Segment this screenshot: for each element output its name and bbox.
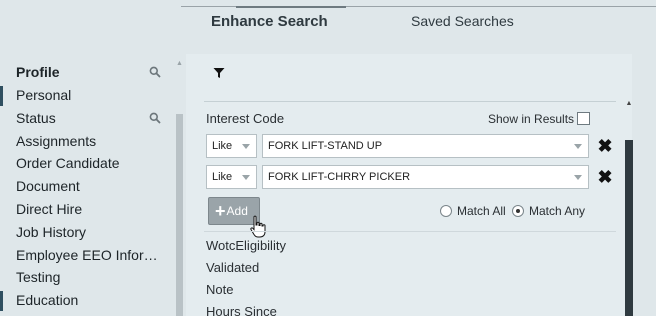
scroll-up-icon[interactable]: ▲ (175, 60, 184, 72)
hand-pointer-icon (250, 215, 266, 238)
match-all-radio[interactable] (440, 205, 452, 217)
field-list-item[interactable]: WotcEligibility (206, 238, 286, 253)
criteria-field-label: Interest Code (206, 111, 285, 126)
sidebar-item-personal[interactable]: Personal (16, 84, 71, 106)
field-list-item[interactable]: Note (206, 282, 233, 297)
sidebar-item-testing[interactable]: Testing (16, 266, 60, 288)
sidebar-scrollbar[interactable]: ▲ (175, 60, 184, 316)
match-any-label: Match Any (529, 204, 586, 218)
match-any-radio[interactable] (512, 205, 524, 217)
operator-select[interactable]: Like (206, 165, 257, 189)
sidebar-item-direct-hire[interactable]: Direct Hire (16, 198, 82, 220)
close-icon[interactable]: ✖ (597, 168, 613, 186)
add-button-label: Add (226, 204, 248, 218)
operator-value: Like (212, 171, 233, 183)
sidebar-item-order-candidate[interactable]: Order Candidate (16, 152, 120, 174)
sidebar-item-job-history[interactable]: Job History (16, 221, 86, 243)
operator-select[interactable]: Like (206, 134, 257, 158)
sidebar-item-document[interactable]: Document (16, 175, 80, 197)
operator-value: Like (212, 140, 233, 152)
main-scroll-thumb[interactable] (625, 140, 633, 316)
chevron-down-icon (242, 144, 250, 149)
sidebar-marker (0, 291, 3, 311)
plus-icon: + (215, 201, 226, 221)
show-in-results-checkbox[interactable] (577, 112, 590, 125)
interest-code-value: FORK LIFT-STAND UP (268, 140, 383, 152)
match-all-label: Match All (457, 204, 506, 218)
scroll-up-icon[interactable]: ▲ (624, 100, 634, 112)
interest-code-value: FORK LIFT-CHRRY PICKER (268, 171, 411, 183)
search-icon[interactable] (149, 66, 161, 78)
interest-code-select[interactable]: FORK LIFT-STAND UP (262, 134, 589, 158)
main-scrollbar[interactable]: ▲ (624, 100, 634, 316)
divider (204, 231, 616, 232)
sidebar-item-assignments[interactable]: Assignments (16, 130, 96, 152)
sidebar-item-employee-eeo[interactable]: Employee EEO Infor… (16, 244, 158, 266)
show-in-results-label: Show in Results (488, 112, 575, 126)
sidebar-item-education[interactable]: Education (16, 289, 78, 311)
field-list-item[interactable]: Validated (206, 260, 259, 275)
close-icon[interactable]: ✖ (597, 137, 613, 155)
sidebar-scroll-thumb[interactable] (176, 114, 183, 316)
field-list-item[interactable]: Hours Since (206, 304, 277, 316)
chevron-down-icon (574, 175, 582, 180)
sidebar-item-profile[interactable]: Profile (16, 61, 60, 83)
interest-code-select[interactable]: FORK LIFT-CHRRY PICKER (262, 165, 589, 189)
divider (204, 101, 616, 102)
chevron-down-icon (242, 175, 250, 180)
chevron-down-icon (574, 144, 582, 149)
tab-saved-searches[interactable]: Saved Searches (411, 13, 514, 29)
sidebar-item-status[interactable]: Status (16, 107, 56, 129)
tab-enhance-search[interactable]: Enhance Search (211, 13, 328, 30)
search-icon[interactable] (149, 112, 161, 124)
filter-icon[interactable] (213, 67, 225, 79)
active-tab-indicator (236, 6, 346, 8)
sidebar-marker (0, 86, 3, 106)
